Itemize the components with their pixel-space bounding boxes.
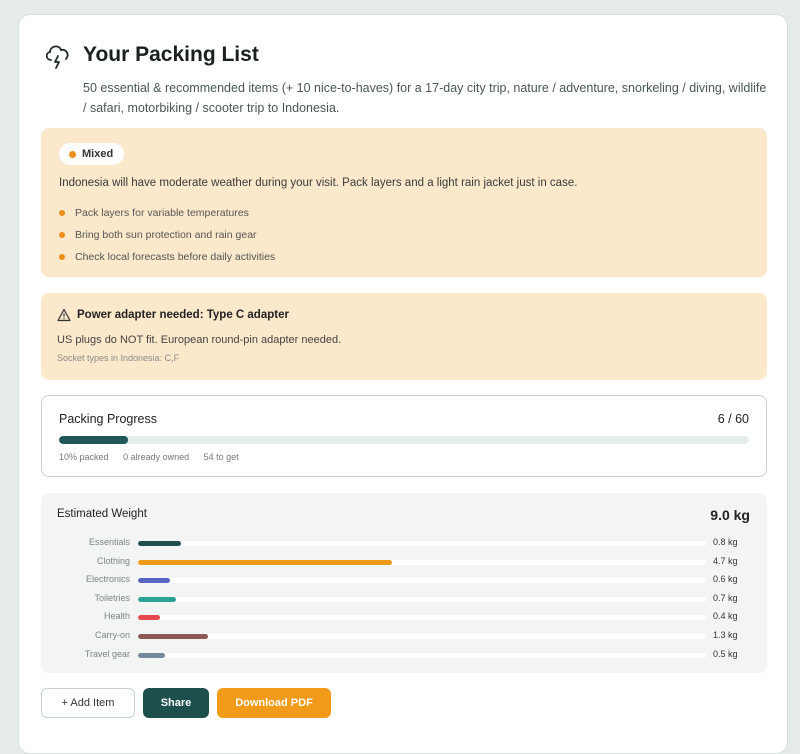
weight-row: Electronics 0.6 kg <box>41 572 767 591</box>
packing-list-card: Your Packing List 50 essential & recomme… <box>18 14 788 754</box>
weight-bar <box>138 559 706 565</box>
progress-count: 6 / 60 <box>717 412 749 426</box>
weight-bar-fill <box>138 615 160 621</box>
weight-bar-fill <box>138 578 171 584</box>
owned-count: 0 already owned <box>123 452 190 462</box>
weight-row: Toiletries 0.7 kg <box>41 591 767 610</box>
socket-types: Socket types in Indonesia: C,F <box>57 353 180 363</box>
weight-row: Essentials 0.8 kg <box>41 535 767 554</box>
weight-bar-fill <box>138 652 166 658</box>
weight-row: Carry-on 1.3 kg <box>41 628 767 647</box>
weight-bar <box>138 596 706 602</box>
weight-bar <box>138 615 706 621</box>
weight-row-value: 0.5 kg <box>713 648 738 659</box>
weight-row-value: 0.8 kg <box>713 537 738 547</box>
trip-summary: 50 essential & recommended items (+ 10 n… <box>83 81 767 115</box>
progress-bar-fill <box>59 436 128 444</box>
weight-title: Estimated Weight <box>57 508 147 520</box>
weather-badge-label: Mixed <box>82 148 114 160</box>
add-item-button[interactable]: + Add Item <box>41 688 135 718</box>
weight-row-value: 0.7 kg <box>713 592 738 603</box>
weight-row-label: Toiletries <box>94 592 130 603</box>
estimated-weight: Estimated Weight 9.0 kg Essentials 0.8 kg… <box>41 493 767 673</box>
weight-row-value: 0.6 kg <box>713 574 738 585</box>
weight-bar-fill <box>138 633 209 639</box>
weight-total: 9.0 kg <box>710 507 750 523</box>
badge-dot-icon <box>69 150 76 158</box>
weight-bar-fill <box>138 596 176 602</box>
download-pdf-button[interactable]: Download PDF <box>217 688 331 718</box>
progress-bar <box>59 436 749 444</box>
weight-rows: Essentials 0.8 kg Clothing 4.7 kg Electronic… <box>41 535 767 665</box>
weight-row-label: Electronics <box>85 574 130 585</box>
weight-row-value: 0.4 kg <box>713 611 738 622</box>
weather-tip: Bring both sun protection and rain gear <box>59 224 275 246</box>
action-bar: + Add Item Share Download PDF <box>41 688 339 718</box>
weight-bar-fill <box>138 559 393 565</box>
weather-badge: Mixed <box>59 143 125 165</box>
packing-progress: Packing Progress 6 / 60 10% packed 0 alr… <box>41 395 767 477</box>
weight-row: Travel gear 0.5 kg <box>41 647 767 666</box>
weight-row-label: Travel gear <box>84 648 130 659</box>
weight-row-label: Essentials <box>88 537 130 547</box>
adapter-title: Power adapter needed: Type C adapter <box>77 309 289 321</box>
page-title: Your Packing List <box>83 43 259 66</box>
weight-row-label: Carry-on <box>94 629 130 640</box>
packed-percent: 10% packed <box>59 452 109 462</box>
storm-cloud-icon <box>45 45 69 69</box>
weight-bar <box>138 578 706 584</box>
weather-panel: Mixed Indonesia will have moderate weath… <box>41 128 767 277</box>
weight-row-value: 1.3 kg <box>713 629 738 640</box>
weight-row-label: Health <box>103 611 130 622</box>
to-get-count: 54 to get <box>203 452 239 462</box>
weight-bar-fill <box>138 541 182 546</box>
weather-tip: Check local forecasts before daily activ… <box>59 246 275 268</box>
weather-tip: Pack layers for variable temperatures <box>59 202 275 224</box>
warning-icon <box>57 308 71 322</box>
weight-row: Health 0.4 kg <box>41 609 767 628</box>
weather-tips: Pack layers for variable temperatures Br… <box>59 202 275 268</box>
weight-row-value: 4.7 kg <box>713 555 738 566</box>
weight-bar <box>138 541 706 546</box>
share-button[interactable]: Share <box>143 688 209 718</box>
weight-row: Clothing 4.7 kg <box>41 554 767 573</box>
adapter-panel: Power adapter needed: Type C adapter US … <box>41 293 767 380</box>
weight-bar <box>138 633 706 639</box>
weather-message: Indonesia will have moderate weather dur… <box>59 177 578 189</box>
weight-bar <box>138 652 706 658</box>
adapter-message: US plugs do NOT fit. European round-pin … <box>57 334 342 346</box>
progress-meta: 10% packed 0 already owned 54 to get <box>59 452 251 462</box>
progress-title: Packing Progress <box>59 412 157 426</box>
weight-row-label: Clothing <box>96 555 130 566</box>
